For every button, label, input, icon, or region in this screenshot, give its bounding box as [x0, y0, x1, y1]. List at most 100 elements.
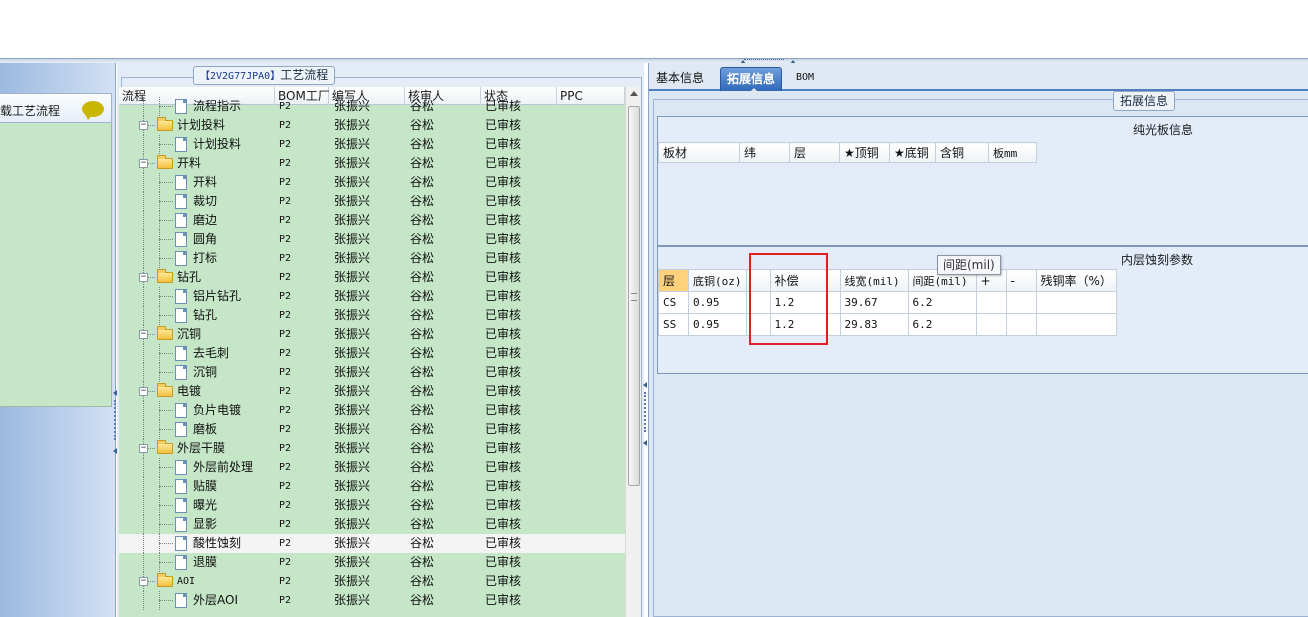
tree-step-row[interactable]: 裁切 P2 张振兴 谷松 已审核: [119, 192, 625, 211]
col-weft[interactable]: 纬: [739, 142, 790, 163]
col-etch-minus[interactable]: -: [1005, 269, 1037, 292]
cell-layer[interactable]: CS: [658, 291, 689, 314]
col-layer[interactable]: 层: [789, 142, 840, 163]
tree-step-row[interactable]: 曝光 P2 张振兴 谷松 已审核: [119, 496, 625, 515]
cell-bom-factory: P2: [279, 462, 292, 473]
tree-step-row[interactable]: 显影 P2 张振兴 谷松 已审核: [119, 515, 625, 534]
tree-step-row[interactable]: 开料 P2 张振兴 谷松 已审核: [119, 173, 625, 192]
tree-step-row[interactable]: 磨板 P2 张振兴 谷松 已审核: [119, 420, 625, 439]
tree-connector: [159, 144, 173, 145]
cell-spacing[interactable]: 6.2: [907, 313, 977, 336]
tree-group-row[interactable]: − 沉铜 P2 张振兴 谷松 已审核: [119, 325, 625, 344]
col-copper-content[interactable]: 含铜: [935, 142, 989, 163]
etch-params-table[interactable]: 层 底铜(oz) 补偿 线宽(mil) 间距(mil) + - 残铜率（%） C…: [658, 269, 1117, 336]
tree-connector: [159, 600, 173, 601]
tree-step-row[interactable]: 负片电镀 P2 张振兴 谷松 已审核: [119, 401, 625, 420]
collapse-icon[interactable]: −: [139, 387, 148, 396]
cell-reviewer: 谷松: [410, 555, 435, 569]
tree-step-row[interactable]: 外层前处理 P2 张振兴 谷松 已审核: [119, 458, 625, 477]
tree-step-row[interactable]: 圆角 P2 张振兴 谷松 已审核: [119, 230, 625, 249]
etch-row-ss[interactable]: SS 0.95 1.2 29.83 6.2: [658, 313, 1117, 336]
cell-bom-factory: P2: [279, 576, 292, 587]
scroll-thumb[interactable]: [628, 106, 640, 486]
tree-connector: [143, 363, 144, 382]
cell-status: 已审核: [485, 536, 522, 550]
cell-writer: 张振兴: [334, 118, 371, 132]
tree-step-row[interactable]: 流程指示 P2 张振兴 谷松 已审核: [119, 97, 625, 116]
chat-bubble-icon[interactable]: [82, 101, 104, 120]
board-info-title: 纯光板信息: [1132, 123, 1193, 137]
board-info-table[interactable]: 板材 纬 层 ★顶铜 ★底铜 含铜 板mm: [658, 142, 1037, 163]
tree-vertical-scrollbar[interactable]: [625, 87, 641, 617]
tab-basic-info[interactable]: 基本信息: [656, 67, 704, 91]
tab-bom[interactable]: BOM: [796, 67, 814, 91]
cell-residual-copper[interactable]: [1035, 291, 1117, 314]
cell-minus[interactable]: [1005, 313, 1037, 336]
tree-connector: [159, 410, 173, 411]
col-etch-base-copper[interactable]: 底铜(oz): [688, 269, 747, 292]
collapse-icon[interactable]: −: [139, 121, 148, 130]
cell-status: 已审核: [485, 251, 522, 265]
cell-plus[interactable]: [975, 291, 1007, 314]
process-tree-group: 【2V2G77JPA0】工艺流程 流程 BOM工厂 编写人 核审人 状态 PPC…: [117, 63, 644, 617]
col-etch-residual-copper[interactable]: 残铜率（%）: [1035, 269, 1117, 292]
tree-step-row[interactable]: 去毛刺 P2 张振兴 谷松 已审核: [119, 344, 625, 363]
tree-step-row[interactable]: 外层AOI P2 张振兴 谷松 已审核: [119, 591, 625, 610]
etch-row-cs[interactable]: CS 0.95 1.2 39.67 6.2: [658, 291, 1117, 314]
middle-splitter-arrow-down[interactable]: [643, 440, 647, 446]
cell-line-width[interactable]: 39.67: [839, 291, 909, 314]
tree-connector: [159, 543, 173, 544]
cell-status: 已审核: [485, 213, 522, 227]
tree-group-row[interactable]: − 计划投料 P2 张振兴 谷松 已审核: [119, 116, 625, 135]
tree-connector: [159, 353, 173, 354]
cell-layer[interactable]: SS: [658, 313, 689, 336]
sidebar-content: [0, 123, 112, 407]
cell-status: 已审核: [485, 460, 522, 474]
cell-bom-factory: P2: [279, 405, 292, 416]
cell-minus[interactable]: [1005, 291, 1037, 314]
tree-step-row[interactable]: 计划投料 P2 张振兴 谷松 已审核: [119, 135, 625, 154]
tree-group-row[interactable]: − 钻孔 P2 张振兴 谷松 已审核: [119, 268, 625, 287]
cell-base-copper[interactable]: 0.95: [688, 313, 747, 336]
col-etch-line-width[interactable]: 线宽(mil): [839, 269, 909, 292]
collapse-icon[interactable]: −: [139, 330, 148, 339]
tree-rows: 流程指示 P2 张振兴 谷松 已审核 − 计划投料 P2 张振兴 谷松 已审核 计划投料 P2 张振兴 谷松…: [119, 97, 625, 610]
tree-group-row[interactable]: − 外层干膜 P2 张振兴 谷松 已审核: [119, 439, 625, 458]
cell-plus[interactable]: [975, 313, 1007, 336]
tree-step-row[interactable]: 酸性蚀刻 P2 张振兴 谷松 已审核: [119, 534, 625, 553]
extended-info-title: 拓展信息: [1113, 91, 1176, 111]
tree-step-row[interactable]: 铝片钻孔 P2 张振兴 谷松 已审核: [119, 287, 625, 306]
tree-step-row[interactable]: 退膜 P2 张振兴 谷松 已审核: [119, 553, 625, 572]
col-board-material[interactable]: 板材: [658, 142, 740, 163]
cell-line-width[interactable]: 29.83: [839, 313, 909, 336]
middle-splitter-grip[interactable]: [644, 392, 647, 432]
cell-spacing[interactable]: 6.2: [907, 291, 977, 314]
collapse-icon[interactable]: −: [139, 577, 148, 586]
cell-residual-copper[interactable]: [1035, 313, 1117, 336]
tree-step-row[interactable]: 磨边 P2 张振兴 谷松 已审核: [119, 211, 625, 230]
cell-base-copper[interactable]: 0.95: [688, 291, 747, 314]
middle-splitter-arrow-up[interactable]: [643, 382, 647, 388]
cell-bom-factory: P2: [279, 120, 292, 131]
tree-step-row[interactable]: 打标 P2 张振兴 谷松 已审核: [119, 249, 625, 268]
tab-extended-info[interactable]: 拓展信息: [720, 67, 783, 93]
tree-step-row[interactable]: 沉铜 P2 张振兴 谷松 已审核: [119, 363, 625, 382]
col-bottom-copper[interactable]: ★底铜: [889, 142, 936, 163]
process-tree-grid[interactable]: 流程 BOM工厂 编写人 核审人 状态 PPC 流程指示 P2 张振兴 谷松 已审核 − 计…: [119, 87, 625, 617]
col-board-mm[interactable]: 板mm: [988, 142, 1037, 163]
scroll-up-icon[interactable]: [630, 91, 638, 96]
collapse-icon[interactable]: −: [139, 444, 148, 453]
tree-connector: [159, 486, 173, 487]
col-etch-layer[interactable]: 层: [658, 269, 689, 292]
collapse-icon[interactable]: −: [139, 273, 148, 282]
tree-step-row[interactable]: 钻孔 P2 张振兴 谷松 已审核: [119, 306, 625, 325]
tree-group-row[interactable]: − 电镀 P2 张振兴 谷松 已审核: [119, 382, 625, 401]
collapse-icon[interactable]: −: [139, 159, 148, 168]
tree-step-row[interactable]: 贴膜 P2 张振兴 谷松 已审核: [119, 477, 625, 496]
cell-writer: 张振兴: [334, 327, 371, 341]
splitter-grip[interactable]: [744, 59, 784, 62]
col-top-copper[interactable]: ★顶铜: [839, 142, 890, 163]
tree-group-row[interactable]: − AOI P2 张振兴 谷松 已审核: [119, 572, 625, 591]
tree-group-row[interactable]: − 开料 P2 张振兴 谷松 已审核: [119, 154, 625, 173]
compensation-highlight-box: [749, 253, 828, 345]
